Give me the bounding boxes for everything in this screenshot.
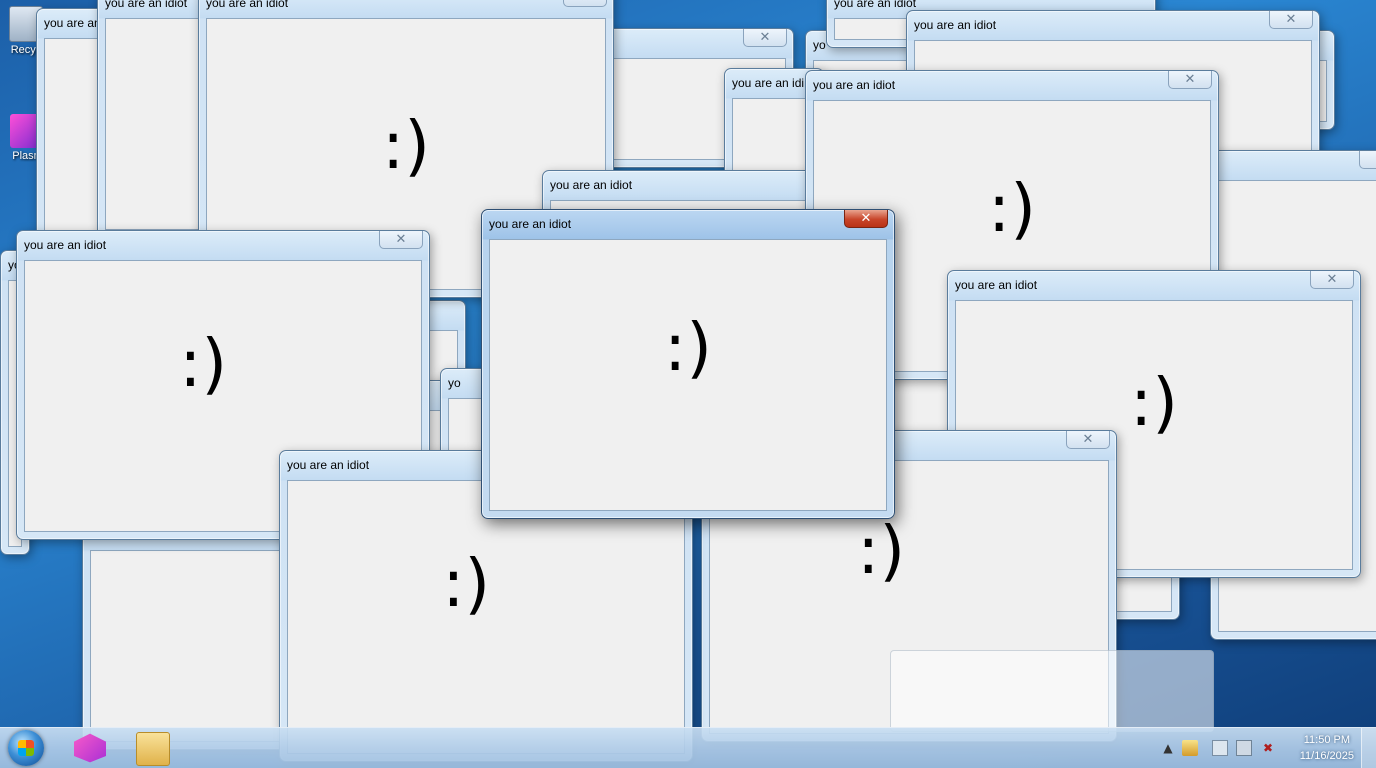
- smiley-face: :): [382, 106, 430, 184]
- smiley-face: :): [1130, 363, 1178, 441]
- taskbar: ▲ ✖ 11:50 PM 11/16/2025: [0, 727, 1376, 768]
- window-title: you are an idiot: [550, 178, 633, 192]
- window-client: [90, 550, 284, 742]
- system-tray: ▲ ✖ 11:50 PM 11/16/2025: [1156, 728, 1376, 768]
- close-button[interactable]: ✕: [1269, 11, 1313, 29]
- close-icon: ✕: [1184, 72, 1196, 87]
- smiley-face: :): [442, 545, 491, 623]
- smiley-face: :): [988, 170, 1036, 247]
- close-icon: ✕: [759, 30, 771, 45]
- network-icon[interactable]: [1236, 740, 1252, 756]
- window-title: you are an idiot: [813, 78, 896, 92]
- window-client: [105, 18, 199, 230]
- notification-balloon: [890, 650, 1214, 732]
- smiley-face: :): [179, 324, 228, 402]
- close-icon: ✕: [395, 232, 407, 247]
- window-title: you are an: [44, 16, 101, 30]
- volume-muted-icon[interactable]: ✖: [1260, 740, 1276, 756]
- window-client: :): [287, 480, 685, 754]
- clock[interactable]: 11:50 PM 11/16/2025: [1300, 732, 1354, 764]
- start-button[interactable]: [8, 730, 44, 766]
- action-center-flag-icon[interactable]: [1182, 740, 1198, 756]
- window-title: yo: [813, 38, 826, 52]
- close-button[interactable]: ✕: [1359, 151, 1376, 169]
- smiley-face: :): [857, 511, 906, 589]
- clock-time: 11:50 PM: [1303, 734, 1351, 746]
- window-client: [732, 98, 816, 180]
- close-icon: ✕: [580, 0, 591, 5]
- plasma-taskbar-icon[interactable]: [74, 733, 106, 763]
- show-desktop-button[interactable]: [1361, 728, 1376, 768]
- close-icon: ✕: [1285, 12, 1297, 27]
- close-button[interactable]: ✕: [844, 210, 888, 228]
- close-icon: ✕: [860, 211, 872, 226]
- window-title: you are an idiot: [955, 278, 1038, 292]
- window-title: yo: [448, 376, 461, 390]
- security-warning-icon[interactable]: [1212, 740, 1228, 756]
- window-title: you are an idiot: [105, 0, 188, 10]
- window-title: you are an idi: [732, 76, 805, 90]
- close-icon: ✕: [1082, 432, 1094, 447]
- smiley-face: :): [664, 309, 712, 386]
- clock-date: 11/16/2025: [1299, 750, 1354, 762]
- close-button[interactable]: ✕: [379, 231, 423, 249]
- popup-window-active[interactable]: you are an idiot ✕ :): [481, 209, 895, 519]
- file-explorer-taskbar-icon[interactable]: [136, 732, 170, 766]
- close-button[interactable]: ✕: [1168, 71, 1212, 89]
- close-button[interactable]: ✕: [1066, 431, 1110, 449]
- close-button[interactable]: ✕: [743, 29, 787, 47]
- close-button[interactable]: ✕: [1310, 271, 1354, 289]
- close-button[interactable]: ✕: [563, 0, 607, 7]
- popup-window[interactable]: you are an idiot: [97, 0, 207, 238]
- window-title: you are an idiot: [24, 238, 107, 252]
- popup-window[interactable]: [82, 520, 292, 750]
- window-title: you are an idiot: [834, 0, 917, 10]
- window-client: :): [489, 239, 887, 511]
- show-hidden-icons-chevron-icon[interactable]: ▲: [1160, 740, 1176, 756]
- window-title: you are an idiot: [489, 217, 572, 231]
- window-title: you are an idiot: [206, 0, 289, 10]
- window-title: you are an idiot: [914, 18, 997, 32]
- window-title: you are an idiot: [287, 458, 370, 472]
- close-icon: ✕: [1326, 272, 1338, 287]
